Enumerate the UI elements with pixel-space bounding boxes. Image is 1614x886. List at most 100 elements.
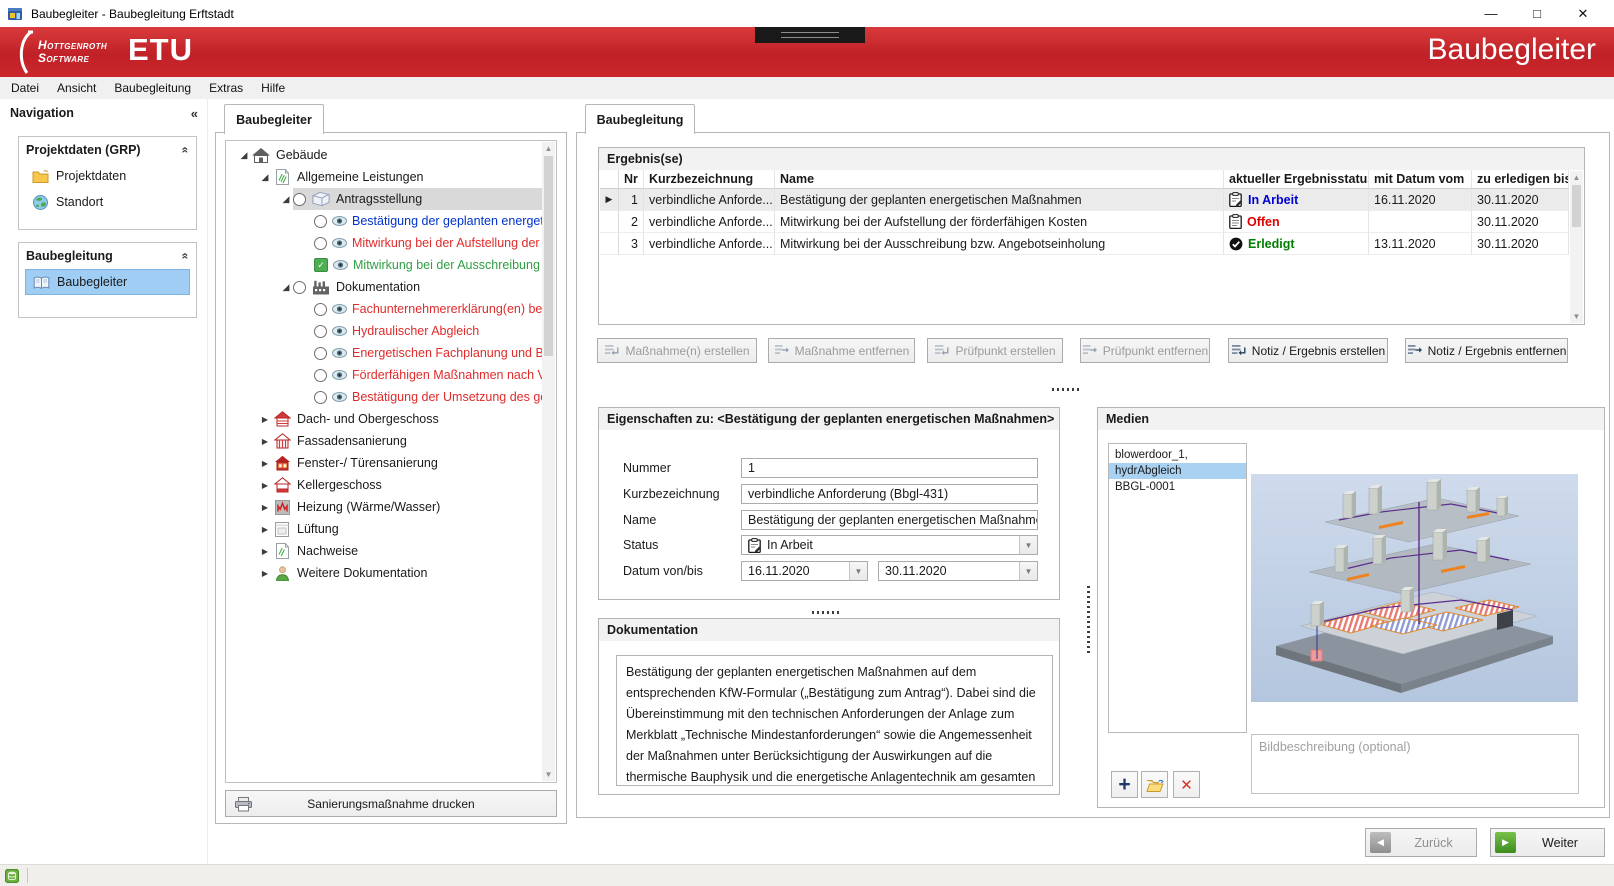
- tree-item[interactable]: ◢ Antragsstellung: [226, 188, 542, 210]
- horizontal-splitter-handle[interactable]: [812, 611, 840, 614]
- vertical-splitter-handle[interactable]: [1087, 586, 1090, 656]
- expander-collapsed-icon[interactable]: ▶: [258, 481, 272, 490]
- tree-item-body[interactable]: Fachunternehmererklärung(en) beteil: [314, 298, 542, 320]
- tree-item-body[interactable]: Bestätigung der Umsetzung des gefö: [314, 386, 542, 408]
- kurzbezeichnung-input[interactable]: verbindliche Anforderung (Bbgl-431): [741, 484, 1038, 504]
- image-description-input[interactable]: [1251, 734, 1579, 794]
- tree-item[interactable]: ◢ Dokumentation: [226, 276, 542, 298]
- tree-item-body[interactable]: Fenster-/ Türensanierung: [272, 452, 542, 474]
- status-select[interactable]: In Arbeit ▼: [741, 535, 1038, 555]
- tree-item[interactable]: ▶ Heizung (Wärme/Wasser): [226, 496, 542, 518]
- menu-item-hilfe[interactable]: Hilfe: [252, 77, 294, 99]
- datum-von-select[interactable]: 16.11.2020 ▼: [741, 561, 868, 581]
- tree-item[interactable]: ▶ Fenster-/ Türensanierung: [226, 452, 542, 474]
- scroll-down-icon[interactable]: ▼: [542, 768, 555, 781]
- radio-icon[interactable]: [314, 214, 327, 228]
- table-row[interactable]: ▶ 1 verbindliche Anforde... Bestätigung der…: [600, 189, 1570, 211]
- column-header[interactable]: zu erledigen bis: [1472, 170, 1569, 189]
- radio-icon[interactable]: [314, 324, 327, 338]
- column-header[interactable]: Name: [775, 170, 1224, 189]
- sidebar-item-projektdaten[interactable]: Projektdaten: [25, 163, 190, 189]
- expander-collapsed-icon[interactable]: ▶: [258, 459, 272, 468]
- expander-collapsed-icon[interactable]: ▶: [258, 525, 272, 534]
- column-header[interactable]: mit Datum vom: [1369, 170, 1472, 189]
- action-button-6[interactable]: Notiz / Ergebnis entfernen: [1405, 338, 1568, 363]
- eye-icon[interactable]: [332, 370, 347, 380]
- close-icon[interactable]: ✕: [1560, 0, 1606, 27]
- tree-item[interactable]: ✓ Mitwirkung bei der Ausschreibung bz: [226, 254, 542, 276]
- nummer-input[interactable]: 1: [741, 458, 1038, 478]
- media-list-item[interactable]: hydrAbgleich: [1109, 463, 1246, 479]
- eye-icon[interactable]: [332, 238, 347, 248]
- scroll-up-icon[interactable]: ▲: [1570, 171, 1583, 184]
- open-folder-button[interactable]: [1141, 771, 1168, 798]
- tree-item-body[interactable]: Dach- und Obergeschoss: [272, 408, 542, 430]
- next-button[interactable]: ▶ Weiter: [1490, 828, 1605, 857]
- minimize-icon[interactable]: —: [1468, 0, 1514, 27]
- tree-item-body[interactable]: Bestätigung der geplanten energetisc: [314, 210, 542, 232]
- scroll-up-icon[interactable]: ▲: [542, 142, 555, 155]
- expander-expanded-icon[interactable]: ◢: [237, 150, 251, 161]
- chevron-down-icon[interactable]: ▼: [1019, 536, 1037, 554]
- chevron-up-icon[interactable]: «: [179, 253, 193, 260]
- tree-item[interactable]: Energetischen Fachplanung und Baub: [226, 342, 542, 364]
- name-input[interactable]: Bestätigung der geplanten energetischen …: [741, 510, 1038, 530]
- tree-item[interactable]: Bestätigung der Umsetzung des gefö: [226, 386, 542, 408]
- tree-item[interactable]: ▶ Kellergeschoss: [226, 474, 542, 496]
- tab-baubegleiter[interactable]: Baubegleiter: [224, 104, 324, 134]
- tree-item-body[interactable]: Heizung (Wärme/Wasser): [272, 496, 542, 518]
- delete-media-button[interactable]: ✕: [1173, 771, 1200, 798]
- column-header[interactable]: aktueller Ergebnisstatus: [1224, 170, 1369, 189]
- expander-expanded-icon[interactable]: ◢: [279, 194, 293, 205]
- tree-item-body[interactable]: Kellergeschoss: [272, 474, 542, 496]
- horizontal-splitter-handle[interactable]: [1052, 388, 1080, 391]
- print-measure-button[interactable]: Sanierungsmaßnahme drucken: [225, 790, 557, 817]
- radio-icon[interactable]: [314, 346, 327, 360]
- checkbox-checked-icon[interactable]: ✓: [314, 258, 328, 272]
- expander-collapsed-icon[interactable]: ▶: [258, 503, 272, 512]
- nav-group-header[interactable]: Projektdaten (GRP) «: [19, 137, 196, 163]
- tree-item[interactable]: ◢ Gebäude: [226, 144, 542, 166]
- column-header[interactable]: Kurzbezeichnung: [644, 170, 775, 189]
- table-row[interactable]: 2 verbindliche Anforde... Mitwirkung bei d…: [600, 211, 1570, 233]
- collapse-sidebar-icon[interactable]: «: [191, 106, 198, 121]
- expander-expanded-icon[interactable]: ◢: [258, 172, 272, 183]
- tree-item-body[interactable]: Dokumentation: [293, 276, 542, 298]
- eye-icon[interactable]: [332, 326, 347, 336]
- expander-collapsed-icon[interactable]: ▶: [258, 547, 272, 556]
- menu-item-baubegleitung[interactable]: Baubegleitung: [105, 77, 200, 99]
- eye-icon[interactable]: [332, 392, 347, 402]
- eye-icon[interactable]: [333, 260, 348, 270]
- expander-collapsed-icon[interactable]: ▶: [258, 437, 272, 446]
- expander-collapsed-icon[interactable]: ▶: [258, 569, 272, 578]
- maximize-icon[interactable]: □: [1514, 0, 1560, 27]
- tree-item-body[interactable]: Antragsstellung: [293, 188, 542, 210]
- datum-bis-select[interactable]: 30.11.2020 ▼: [878, 561, 1038, 581]
- menu-item-datei[interactable]: Datei: [2, 77, 48, 99]
- radio-icon[interactable]: [314, 368, 327, 382]
- radio-icon[interactable]: [314, 236, 327, 250]
- tree-item[interactable]: Hydraulischer Abgleich: [226, 320, 542, 342]
- radio-icon[interactable]: [314, 302, 327, 316]
- add-media-button[interactable]: +: [1111, 771, 1138, 798]
- table-scrollbar[interactable]: ▲ ▼: [1570, 171, 1583, 323]
- tree-item[interactable]: Förderfähigen Maßnahmen nach Vorh: [226, 364, 542, 386]
- eye-icon[interactable]: [332, 216, 347, 226]
- eye-icon[interactable]: [332, 304, 347, 314]
- tree-item[interactable]: ▶ Weitere Dokumentation: [226, 562, 542, 584]
- chevron-down-icon[interactable]: ▼: [849, 562, 867, 580]
- action-button-1[interactable]: Maßnahme(n) erstellen: [597, 338, 757, 363]
- tab-baubegleitung[interactable]: Baubegleitung: [585, 104, 695, 134]
- tree-item-body[interactable]: Mitwirkung bei der Aufstellung der fö: [314, 232, 542, 254]
- tree-item[interactable]: ▶ Fassadensanierung: [226, 430, 542, 452]
- tree-item[interactable]: Fachunternehmererklärung(en) beteil: [226, 298, 542, 320]
- tree-item[interactable]: Bestätigung der geplanten energetisc: [226, 210, 542, 232]
- radio-icon[interactable]: [293, 280, 306, 294]
- tree-item[interactable]: ▶ Nachweise: [226, 540, 542, 562]
- tree-item-body[interactable]: ✓ Mitwirkung bei der Ausschreibung bz: [314, 254, 542, 276]
- table-row[interactable]: 3 verbindliche Anforde... Mitwirkung bei d…: [600, 233, 1570, 255]
- menu-item-extras[interactable]: Extras: [200, 77, 252, 99]
- nav-group-header[interactable]: Baubegleitung «: [19, 243, 196, 269]
- radio-icon[interactable]: [293, 192, 306, 206]
- tree-item[interactable]: ◢ Allgemeine Leistungen: [226, 166, 542, 188]
